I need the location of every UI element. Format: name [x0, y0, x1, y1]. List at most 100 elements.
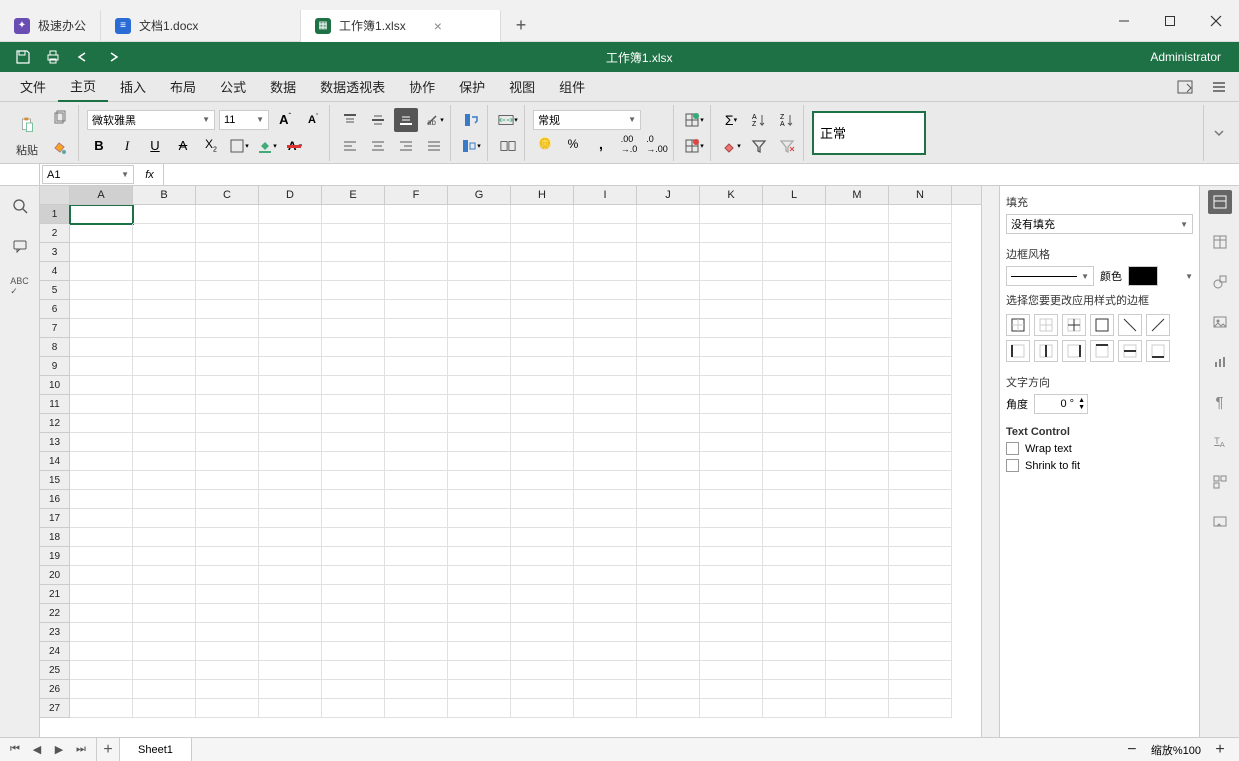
border-button[interactable]: ▾ [227, 134, 251, 158]
cell-F9[interactable] [385, 357, 448, 376]
cell-E6[interactable] [322, 300, 385, 319]
grid-body[interactable]: 1234567891011121314151617181920212223242… [40, 205, 981, 737]
cell-B19[interactable] [133, 547, 196, 566]
cell-A9[interactable] [70, 357, 133, 376]
autosum-button[interactable]: Σ▾ [719, 108, 743, 132]
cell-A12[interactable] [70, 414, 133, 433]
font-name-combo[interactable]: 微软雅黑▼ [87, 110, 215, 130]
cell-M17[interactable] [826, 509, 889, 528]
row-header-4[interactable]: 4 [40, 262, 70, 281]
cell-M1[interactable] [826, 205, 889, 224]
vertical-scrollbar[interactable] [981, 186, 999, 737]
cell-C16[interactable] [196, 490, 259, 509]
cell-E2[interactable] [322, 224, 385, 243]
cell-H24[interactable] [511, 642, 574, 661]
cell-G5[interactable] [448, 281, 511, 300]
cell-D1[interactable] [259, 205, 322, 224]
row-header-7[interactable]: 7 [40, 319, 70, 338]
cell-J23[interactable] [637, 623, 700, 642]
column-header-I[interactable]: I [574, 186, 637, 204]
cell-B24[interactable] [133, 642, 196, 661]
justify-button[interactable] [422, 134, 446, 158]
cell-I27[interactable] [574, 699, 637, 718]
select-all-corner[interactable] [40, 186, 70, 204]
cell-H5[interactable] [511, 281, 574, 300]
minimize-button[interactable] [1101, 0, 1147, 42]
cell-M19[interactable] [826, 547, 889, 566]
cell-L11[interactable] [763, 395, 826, 414]
cell-L9[interactable] [763, 357, 826, 376]
row-header-20[interactable]: 20 [40, 566, 70, 585]
cell-G6[interactable] [448, 300, 511, 319]
cell-N8[interactable] [889, 338, 952, 357]
cell-M6[interactable] [826, 300, 889, 319]
open-file-location-icon[interactable] [1173, 75, 1197, 99]
cell-style-normal[interactable]: 正常 [812, 111, 926, 155]
border-inner-button[interactable] [1062, 314, 1086, 336]
underline-button[interactable]: U [143, 134, 167, 158]
cell-H1[interactable] [511, 205, 574, 224]
cell-B17[interactable] [133, 509, 196, 528]
wrap-text-checkbox[interactable] [1006, 442, 1019, 455]
cell-B26[interactable] [133, 680, 196, 699]
cell-A11[interactable] [70, 395, 133, 414]
border-hcenter-button[interactable] [1118, 340, 1142, 362]
sheet-next-button[interactable]: ▶ [50, 741, 68, 759]
filter-button[interactable] [747, 134, 771, 158]
cell-N4[interactable] [889, 262, 952, 281]
cell-K7[interactable] [700, 319, 763, 338]
increase-font-button[interactable]: Aˆ [273, 108, 297, 132]
cell-C17[interactable] [196, 509, 259, 528]
cell-M2[interactable] [826, 224, 889, 243]
cell-L8[interactable] [763, 338, 826, 357]
align-left-button[interactable] [338, 134, 362, 158]
cell-I17[interactable] [574, 509, 637, 528]
cell-C12[interactable] [196, 414, 259, 433]
italic-button[interactable]: I [115, 134, 139, 158]
row-header-2[interactable]: 2 [40, 224, 70, 243]
cell-A4[interactable] [70, 262, 133, 281]
row-header-11[interactable]: 11 [40, 395, 70, 414]
cell-B25[interactable] [133, 661, 196, 680]
cell-N26[interactable] [889, 680, 952, 699]
cell-C20[interactable] [196, 566, 259, 585]
row-header-24[interactable]: 24 [40, 642, 70, 661]
sheet-last-button[interactable]: ⏭ [72, 741, 90, 759]
cell-N24[interactable] [889, 642, 952, 661]
cell-J26[interactable] [637, 680, 700, 699]
cell-H26[interactable] [511, 680, 574, 699]
cell-L6[interactable] [763, 300, 826, 319]
cell-H9[interactable] [511, 357, 574, 376]
cell-E15[interactable] [322, 471, 385, 490]
cell-C11[interactable] [196, 395, 259, 414]
cell-M20[interactable] [826, 566, 889, 585]
cell-J4[interactable] [637, 262, 700, 281]
row-header-27[interactable]: 27 [40, 699, 70, 718]
menu-数据[interactable]: 数据 [258, 72, 308, 102]
cell-A22[interactable] [70, 604, 133, 623]
row-header-1[interactable]: 1 [40, 205, 70, 224]
cell-L27[interactable] [763, 699, 826, 718]
cell-F11[interactable] [385, 395, 448, 414]
border-left-button[interactable] [1006, 340, 1030, 362]
cell-H18[interactable] [511, 528, 574, 547]
cell-G8[interactable] [448, 338, 511, 357]
cell-N27[interactable] [889, 699, 952, 718]
maximize-button[interactable] [1147, 0, 1193, 42]
cell-F7[interactable] [385, 319, 448, 338]
menu-视图[interactable]: 视图 [497, 72, 547, 102]
comments-icon[interactable] [8, 234, 32, 258]
column-header-K[interactable]: K [700, 186, 763, 204]
border-all-button[interactable] [1034, 314, 1058, 336]
cell-I14[interactable] [574, 452, 637, 471]
cell-M10[interactable] [826, 376, 889, 395]
cell-C5[interactable] [196, 281, 259, 300]
pivot-panel-icon[interactable] [1208, 470, 1232, 494]
cell-B27[interactable] [133, 699, 196, 718]
cell-N15[interactable] [889, 471, 952, 490]
percent-button[interactable]: % [561, 132, 585, 156]
cell-H25[interactable] [511, 661, 574, 680]
cell-M7[interactable] [826, 319, 889, 338]
menu-icon[interactable] [1207, 75, 1231, 99]
cell-D12[interactable] [259, 414, 322, 433]
